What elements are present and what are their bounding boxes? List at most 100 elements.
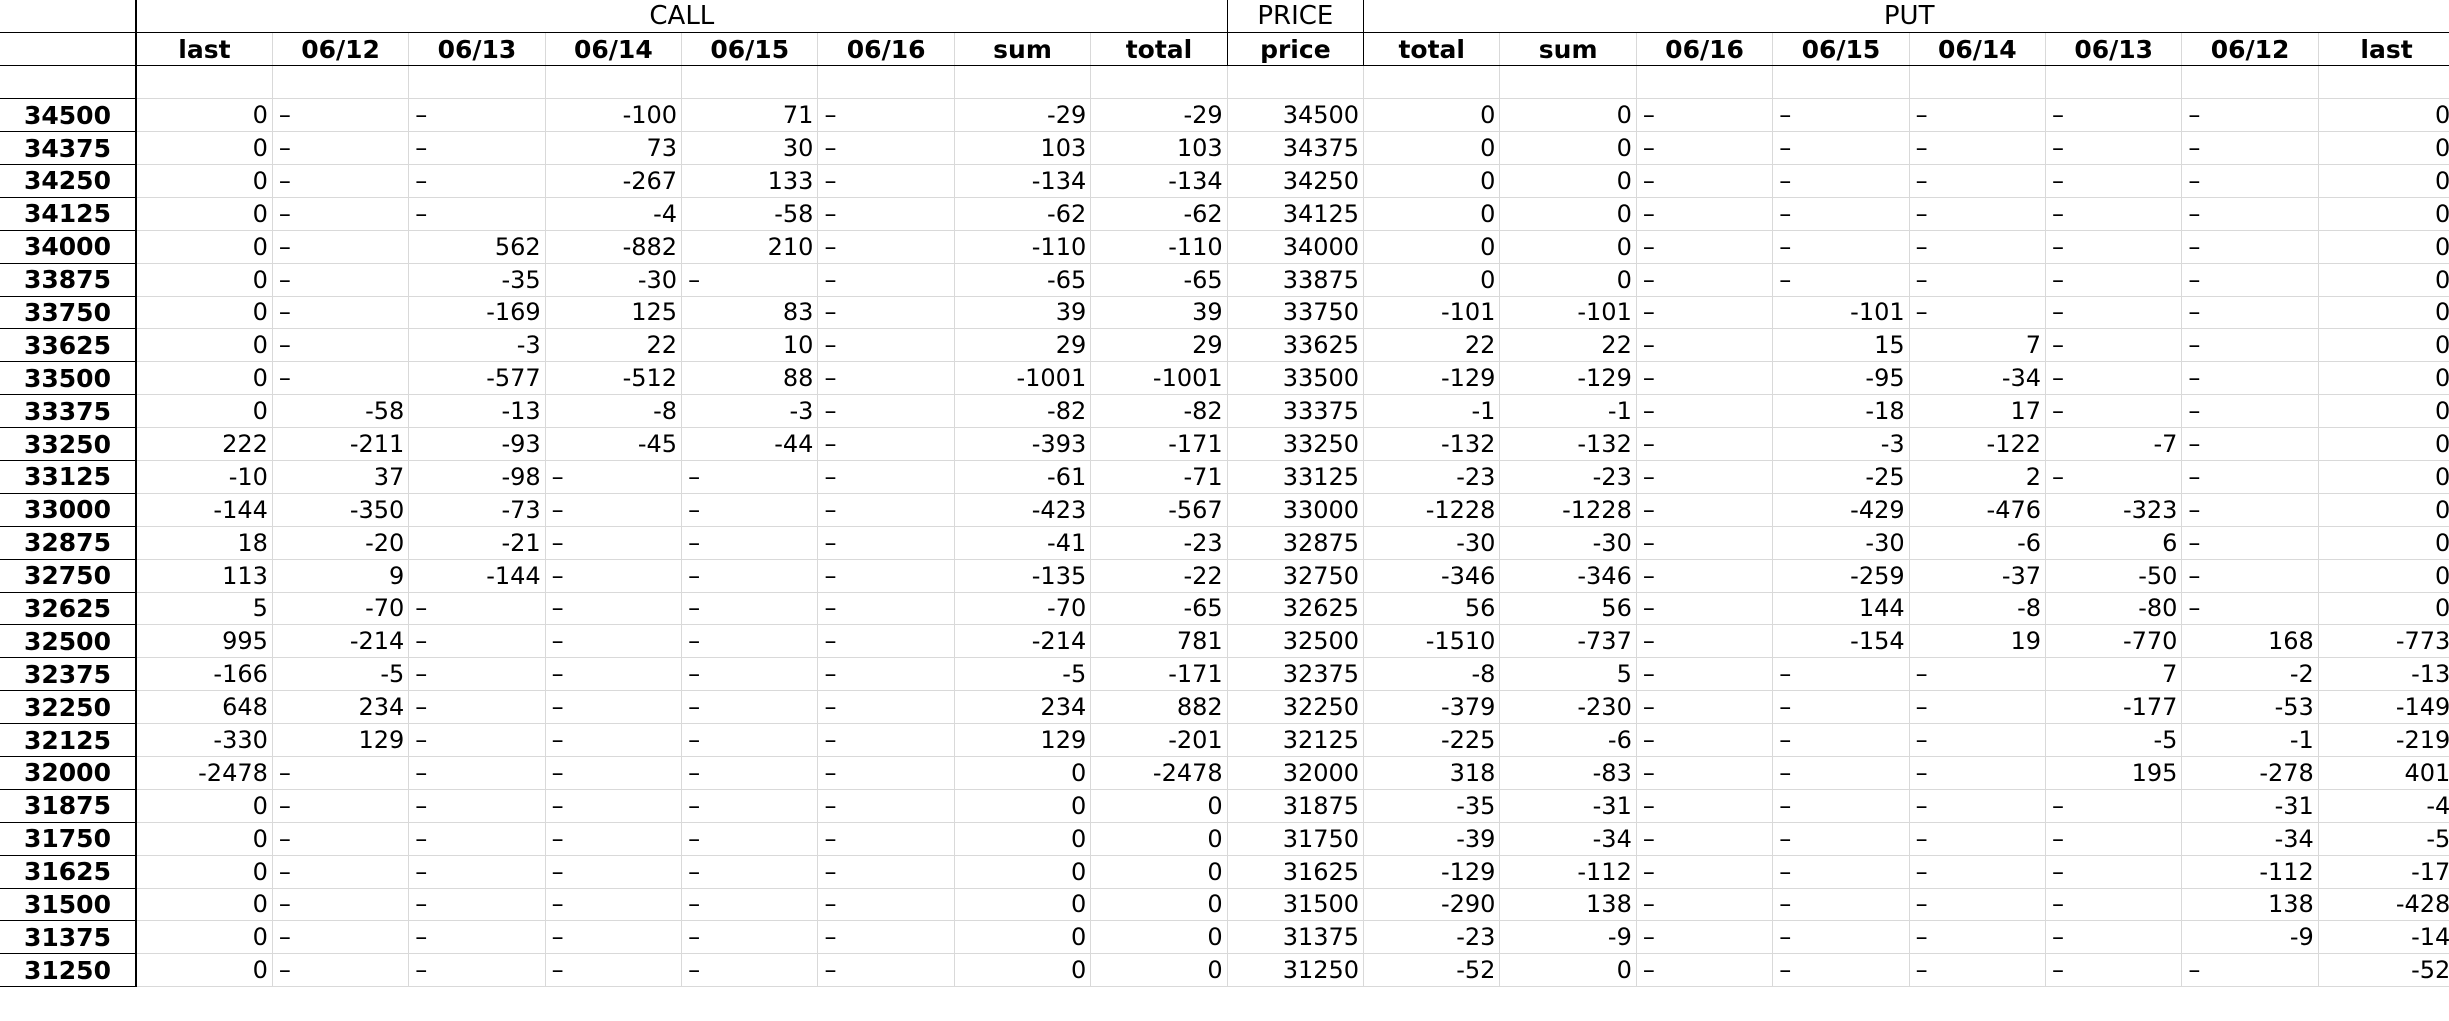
call-cell[interactable]: 0 — [1090, 822, 1228, 856]
call-cell[interactable]: – — [681, 657, 819, 692]
call-cell[interactable]: 0 — [136, 197, 273, 231]
empty-cell[interactable] — [1363, 65, 1501, 100]
call-cell[interactable]: -93 — [408, 427, 546, 461]
call-cell[interactable]: – — [681, 263, 819, 297]
put-cell[interactable]: – — [2181, 460, 2319, 494]
put-cell[interactable]: – — [1909, 164, 2047, 198]
call-cell[interactable]: – — [817, 460, 955, 494]
call-cell[interactable]: -201 — [1090, 723, 1228, 757]
empty-cell[interactable] — [0, 65, 137, 100]
call-cell[interactable]: 0 — [954, 888, 1092, 922]
call-cell[interactable]: 39 — [1090, 296, 1228, 330]
call-cell[interactable]: 37 — [272, 460, 410, 494]
call-cell[interactable]: – — [408, 657, 546, 692]
put-cell[interactable]: -379 — [1363, 690, 1501, 725]
put-cell[interactable]: 401 — [2318, 756, 2449, 790]
call-cell[interactable]: – — [681, 526, 819, 560]
put-cell[interactable]: – — [1909, 888, 2047, 922]
call-cell[interactable]: – — [545, 690, 683, 725]
row-header-strike[interactable]: 34000 — [0, 230, 137, 264]
row-header-strike[interactable]: 34500 — [0, 98, 137, 133]
put-cell[interactable]: 195 — [2045, 756, 2183, 790]
row-header-strike[interactable]: 31375 — [0, 920, 137, 955]
put-col-total[interactable]: total — [1363, 32, 1501, 67]
put-cell[interactable]: – — [1636, 888, 1774, 922]
put-cell[interactable]: 144 — [1772, 592, 1910, 626]
put-cell[interactable]: – — [2181, 328, 2319, 363]
call-cell[interactable]: 9 — [272, 559, 410, 593]
put-cell[interactable]: 0 — [2318, 328, 2449, 363]
put-cell[interactable]: -101 — [1499, 296, 1637, 330]
put-cell[interactable]: -35 — [1363, 789, 1501, 823]
call-cell[interactable]: – — [817, 98, 955, 133]
call-cell[interactable]: 0 — [136, 296, 273, 330]
call-cell[interactable]: – — [817, 328, 955, 363]
price-cell[interactable]: 33750 — [1227, 296, 1365, 330]
call-cell[interactable]: 210 — [681, 230, 819, 264]
call-cell[interactable]: -423 — [954, 493, 1092, 527]
call-cell[interactable]: -169 — [408, 296, 546, 330]
call-cell[interactable]: 0 — [136, 822, 273, 856]
put-cell[interactable]: – — [2181, 526, 2319, 560]
row-header-strike[interactable]: 34250 — [0, 164, 137, 198]
put-cell[interactable]: -429 — [1772, 493, 1910, 527]
put-cell[interactable]: 0 — [1363, 230, 1501, 264]
put-cell[interactable]: -1510 — [1363, 624, 1501, 659]
put-group-header[interactable]: PUT — [1363, 0, 2449, 34]
price-cell[interactable]: 31875 — [1227, 789, 1365, 823]
put-cell[interactable]: – — [2181, 361, 2319, 396]
call-cell[interactable]: 0 — [136, 230, 273, 264]
price-cell[interactable]: 32750 — [1227, 559, 1365, 593]
row-header-strike[interactable]: 32750 — [0, 559, 137, 593]
call-cell[interactable]: 0 — [136, 98, 273, 133]
call-cell[interactable]: -512 — [545, 361, 683, 396]
put-cell[interactable]: – — [1636, 197, 1774, 231]
empty-cell[interactable] — [2181, 65, 2319, 100]
call-cell[interactable]: – — [408, 789, 546, 823]
put-cell[interactable]: -1 — [1499, 394, 1637, 429]
call-cell[interactable]: – — [817, 723, 955, 757]
call-cell[interactable]: -10 — [136, 460, 273, 494]
price-cell[interactable]: 32625 — [1227, 592, 1365, 626]
call-cell[interactable]: 0 — [1090, 855, 1228, 889]
call-cell[interactable]: -110 — [1090, 230, 1228, 264]
call-cell[interactable]: -71 — [1090, 460, 1228, 494]
put-cell[interactable]: – — [1636, 657, 1774, 692]
corner-cell[interactable] — [0, 0, 137, 34]
put-cell[interactable]: – — [2045, 953, 2183, 988]
put-cell[interactable]: 0 — [1499, 263, 1637, 297]
call-cell[interactable]: – — [681, 493, 819, 527]
put-cell[interactable]: 138 — [2181, 888, 2319, 922]
call-cell[interactable]: 133 — [681, 164, 819, 198]
call-cell[interactable]: – — [272, 756, 410, 790]
call-cell[interactable]: – — [545, 723, 683, 757]
put-cell[interactable]: -30 — [1772, 526, 1910, 560]
empty-cell[interactable] — [1227, 65, 1365, 100]
put-cell[interactable]: -112 — [1499, 855, 1637, 889]
call-cell[interactable]: – — [545, 624, 683, 659]
put-cell[interactable]: – — [1636, 559, 1774, 593]
put-cell[interactable]: 0 — [2318, 230, 2449, 264]
call-cell[interactable]: – — [408, 723, 546, 757]
call-cell[interactable]: -61 — [954, 460, 1092, 494]
put-cell[interactable]: 0 — [2318, 98, 2449, 133]
call-cell[interactable]: 0 — [136, 328, 273, 363]
put-cell[interactable]: 0 — [1363, 164, 1501, 198]
put-cell[interactable]: -9 — [1499, 920, 1637, 955]
call-cell[interactable]: – — [681, 723, 819, 757]
row-header-strike[interactable]: 33625 — [0, 328, 137, 363]
call-cell[interactable]: – — [545, 657, 683, 692]
price-cell[interactable]: 34500 — [1227, 98, 1365, 133]
put-cell[interactable]: -18 — [1772, 394, 1910, 429]
price-cell[interactable]: 34125 — [1227, 197, 1365, 231]
put-cell[interactable]: -129 — [1499, 361, 1637, 396]
call-cell[interactable]: 234 — [272, 690, 410, 725]
put-cell[interactable]: -278 — [2181, 756, 2319, 790]
empty-cell[interactable] — [2045, 65, 2183, 100]
put-cell[interactable]: 0 — [2318, 493, 2449, 527]
put-cell[interactable]: -1 — [2181, 723, 2319, 757]
call-cell[interactable]: 29 — [954, 328, 1092, 363]
put-cell[interactable]: -52 — [2318, 953, 2449, 988]
price-col[interactable]: price — [1227, 32, 1365, 67]
put-cell[interactable]: -219 — [2318, 723, 2449, 757]
